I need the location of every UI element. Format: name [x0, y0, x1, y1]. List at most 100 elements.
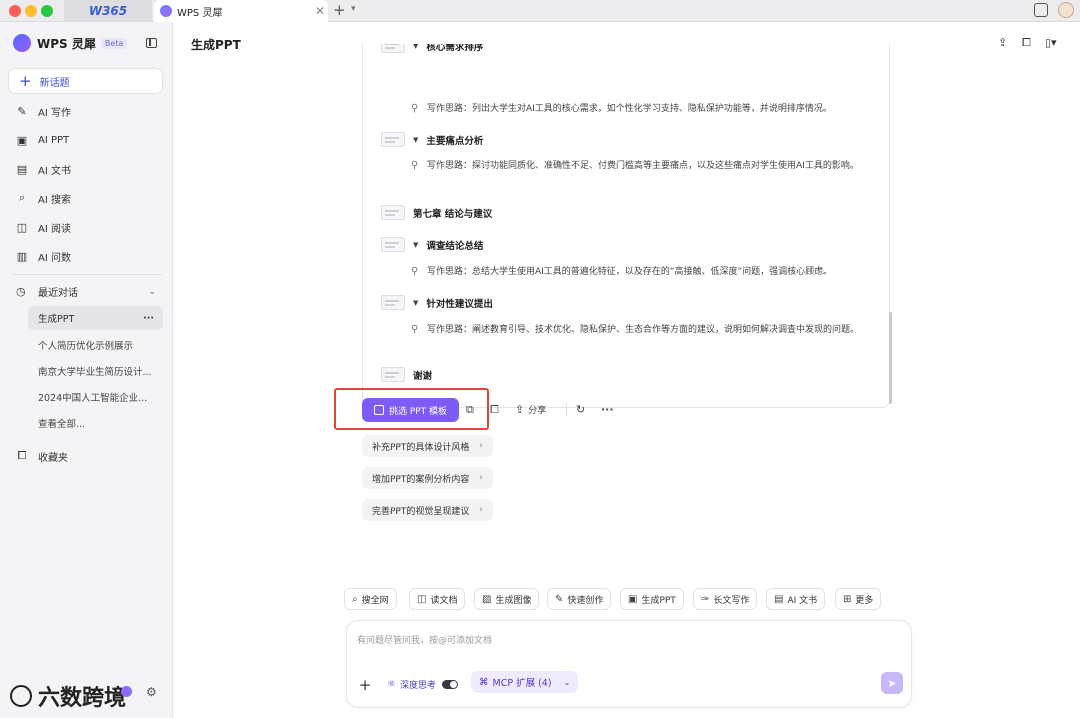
recent-item[interactable]: 2024中国人工智能企业...: [38, 390, 158, 404]
lingxi-logo-icon: [160, 5, 172, 17]
tool-more[interactable]: ⊞ 更多: [835, 588, 882, 610]
tab-list-caret-icon[interactable]: ▾: [351, 4, 356, 14]
footer-watermark-logo: 六数跨境: [10, 680, 126, 712]
notification-icon[interactable]: [121, 686, 132, 697]
sidebar-item-label: AI PPT: [38, 134, 70, 146]
sidebar-item-ai-reading[interactable]: ◫ AI 阅读: [16, 218, 71, 236]
more-options-icon[interactable]: ···: [601, 403, 614, 416]
tool-search-web[interactable]: ⌕ 搜全网: [344, 588, 397, 610]
tab-wps-lingxi[interactable]: WPS 灵犀 ✕: [154, 0, 328, 22]
new-topic-label: 新话题: [39, 77, 70, 89]
window-copy-icon[interactable]: [1034, 3, 1048, 17]
close-window-button[interactable]: [9, 5, 21, 17]
sidebar-item-ai-writing[interactable]: ✎ AI 写作: [16, 102, 71, 120]
slide-thumbnail-icon: [381, 295, 405, 310]
recent-item-label: 生成PPT: [38, 314, 75, 325]
recent-item[interactable]: 南京大学毕业生简历设计...: [38, 364, 158, 378]
sidebar-item-ai-document[interactable]: ▤ AI 文书: [16, 160, 71, 178]
divider: [566, 404, 567, 416]
sidebar-item-ai-data[interactable]: ▥ AI 问数: [16, 247, 71, 265]
new-tab-button[interactable]: +: [333, 1, 346, 19]
outline-subsection[interactable]: ▼ 主要痛点分析: [381, 132, 483, 147]
share-label: 分享: [528, 406, 547, 416]
deep-think-label: 深度思考: [399, 681, 436, 691]
sidebar-item-ai-search[interactable]: ⌕ AI 搜索: [16, 189, 71, 207]
add-attachment-button[interactable]: +: [357, 677, 373, 693]
chat-input-placeholder[interactable]: 有问题尽管问我，按@可添加文档: [357, 633, 492, 646]
tool-label: AI 文书: [787, 595, 818, 606]
share-button[interactable]: ⇪ 分享: [515, 403, 546, 416]
tab-label: WPS 灵犀: [177, 7, 223, 19]
outline-chapter[interactable]: 谢谢: [381, 367, 432, 382]
recent-item-selected[interactable]: 生成PPT ···: [28, 306, 163, 330]
refresh-icon[interactable]: ↻: [576, 403, 585, 416]
suggestion-label: 完善PPT的视觉呈现建议: [372, 506, 470, 517]
suggestion-chip[interactable]: 完善PPT的视觉呈现建议 ›: [362, 499, 493, 521]
sidebar: WPS 灵犀 Beta + 新话题 ✎ AI 写作 ▣ AI PPT ▤ AI …: [0, 22, 173, 718]
tool-label: 生成PPT: [641, 595, 676, 606]
sidebar-item-label: AI 问数: [38, 252, 71, 264]
tool-ai-document[interactable]: ▤ AI 文书: [766, 588, 826, 610]
recent-item[interactable]: 个人简历优化示例展示: [38, 338, 158, 352]
deep-think-toggle[interactable]: ⚛ 深度思考: [387, 678, 458, 691]
watermark-circle-icon: [10, 685, 32, 707]
chevron-right-icon: ›: [479, 505, 483, 515]
lightbulb-icon: ⚲: [411, 160, 419, 171]
chevron-down-icon: ⌄: [148, 286, 156, 297]
ppt-outline-card: ▼ 核心需求排序 ⚲ 写作思路：列出大学生对AI工具的核心需求，如个性化学习支持…: [362, 44, 890, 408]
send-button[interactable]: ➤: [881, 672, 903, 694]
tool-read-doc[interactable]: ◫ 读文档: [409, 588, 466, 610]
tool-long-writing[interactable]: ✑ 长文写作: [693, 588, 758, 610]
pick-ppt-template-button[interactable]: 挑选 PPT 模板: [362, 398, 459, 422]
toggle-switch[interactable]: [441, 680, 458, 689]
scrollbar[interactable]: [889, 312, 892, 404]
outline-chapter[interactable]: 第七章 结论与建议: [381, 205, 492, 220]
tool-generate-image[interactable]: ▨ 生成图像: [474, 588, 540, 610]
sidebar-item-favorites[interactable]: ⧠ 收藏夹: [16, 447, 68, 465]
maximize-window-button[interactable]: [41, 5, 53, 17]
suggestion-chip[interactable]: 补充PPT的具体设计风格 ›: [362, 435, 493, 457]
sidebar-item-label: AI 写作: [38, 107, 71, 119]
outline-title: 谢谢: [413, 370, 433, 382]
user-avatar[interactable]: [1058, 2, 1074, 18]
share-icon[interactable]: ⇪: [998, 36, 1010, 49]
tool-quick-create[interactable]: ✎ 快速创作: [547, 588, 612, 610]
new-topic-button[interactable]: + 新话题: [8, 68, 163, 94]
idea-text: 写作思路：总结大学生使用AI工具的普遍化特征，以及存在的“高接触、低深度”问题，…: [427, 267, 833, 277]
title-bar: W365 WPS 灵犀 ✕ + ▾: [0, 0, 1080, 22]
mcp-extension-dropdown[interactable]: ⌘ MCP 扩展 (4) ⌄: [471, 671, 579, 693]
tool-generate-ppt[interactable]: ▣ 生成PPT: [620, 588, 684, 610]
recent-conversations-header[interactable]: ◷ 最近对话 ⌄: [16, 284, 156, 299]
idea-text: 写作思路：列出大学生对AI工具的核心需求，如个性化学习支持、隐私保护功能等，并说…: [427, 104, 832, 114]
outline-subsection[interactable]: ▼ 针对性建议提出: [381, 295, 493, 310]
more-options-icon[interactable]: ···: [143, 313, 154, 324]
tool-label: 搜全网: [361, 595, 389, 606]
copy-icon[interactable]: ⧉: [466, 403, 474, 417]
watermark-text: 六数跨境: [38, 686, 127, 711]
outline-subsection[interactable]: ▼ 调查结论总结: [381, 237, 483, 252]
outline-subsection[interactable]: ▼ 核心需求排序: [381, 44, 483, 53]
gear-icon[interactable]: ⚙: [146, 685, 157, 699]
writing-idea: ⚲ 写作思路：阐述教育引导、技术优化、隐私保护、生态合作等方面的建议，说明如何解…: [411, 322, 887, 338]
chevron-down-icon: ⌄: [563, 677, 571, 687]
suggestion-chip[interactable]: 增加PPT的案例分析内容 ›: [362, 467, 493, 489]
mcp-label: MCP 扩展 (4): [492, 678, 552, 689]
export-icon[interactable]: ▯▾: [1045, 36, 1057, 49]
grid-icon: ⊞: [843, 593, 852, 605]
sidebar-item-label: 收藏夹: [38, 452, 68, 464]
sidebar-item-ai-ppt[interactable]: ▣ AI PPT: [16, 131, 69, 149]
bookmark-icon[interactable]: ⧠: [490, 403, 499, 417]
lightbulb-icon: ⚲: [411, 103, 419, 114]
minimize-window-button[interactable]: [25, 5, 37, 17]
recent-title: 最近对话: [38, 288, 78, 299]
close-tab-icon[interactable]: ✕: [312, 4, 328, 18]
idea-text: 写作思路：阐述教育引导、技术优化、隐私保护、生态合作等方面的建议，说明如何解决调…: [427, 325, 860, 335]
view-all-link[interactable]: 查看全部...: [38, 416, 158, 430]
tab-w365[interactable]: W365: [64, 0, 152, 22]
tool-label: 读文档: [430, 595, 458, 606]
sidebar-collapse-icon[interactable]: [146, 38, 157, 48]
sidebar-item-label: AI 阅读: [38, 223, 71, 235]
ppt-icon: ▣: [628, 593, 638, 605]
bookmark-icon[interactable]: ⧠: [1022, 36, 1034, 49]
chat-input-box[interactable]: 有问题尽管问我，按@可添加文档 + ⚛ 深度思考 ⌘ MCP 扩展 (4) ⌄ …: [346, 620, 912, 708]
